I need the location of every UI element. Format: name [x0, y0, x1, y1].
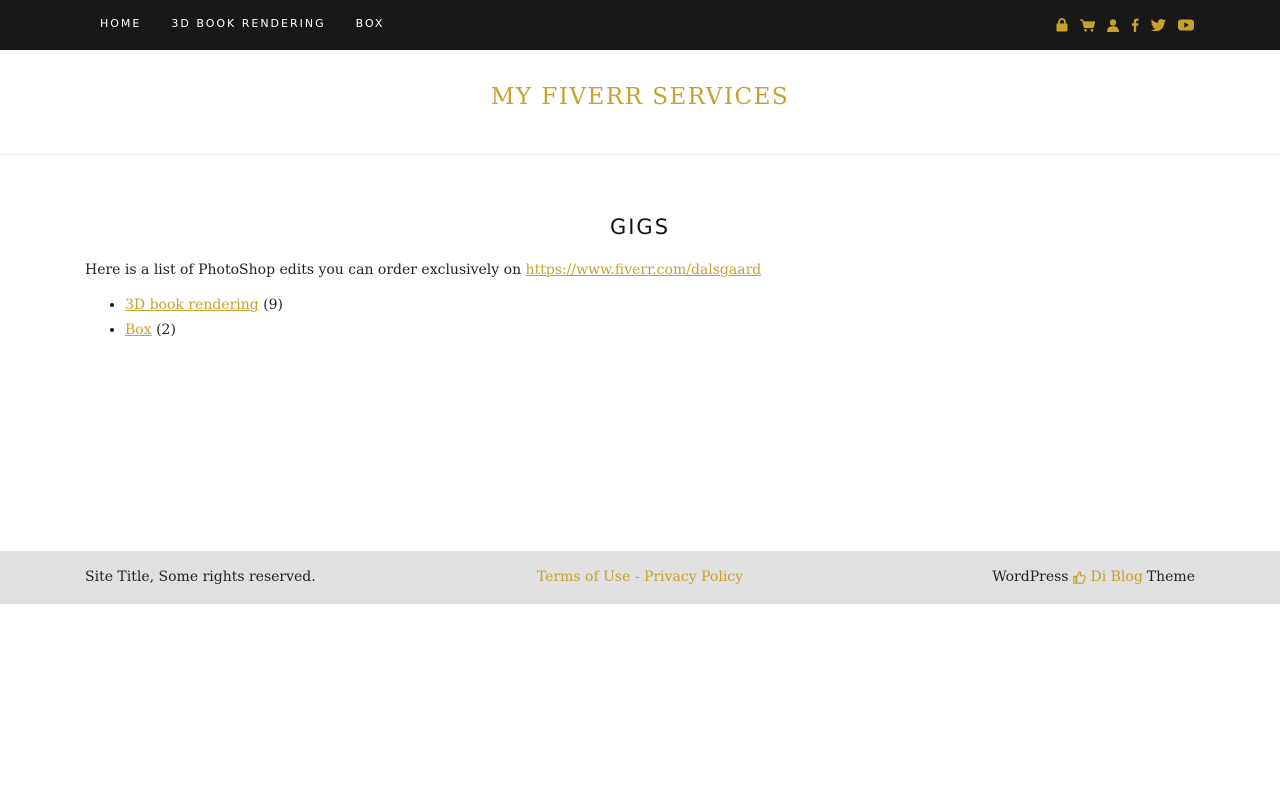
main-menu: HOME 3D BOOK RENDERING BOX [100, 0, 414, 50]
gig-count: (2) [156, 322, 176, 338]
credit-suffix: Theme [1146, 569, 1195, 585]
site-title[interactable]: MY FIVERR SERVICES [0, 82, 1280, 112]
credit-prefix: WordPress [992, 569, 1069, 585]
social-icons [1044, 0, 1194, 50]
youtube-icon[interactable] [1178, 0, 1194, 50]
list-item: 3D book rendering (9) [125, 293, 283, 318]
twitter-icon[interactable] [1151, 0, 1166, 50]
nav-item-3d-book-rendering[interactable]: 3D BOOK RENDERING [171, 0, 325, 49]
footer-credit: WordPress Di Blog Theme [992, 551, 1195, 604]
terms-privacy-link[interactable]: Terms of Use - Privacy Policy [537, 569, 743, 585]
lock-icon[interactable] [1056, 0, 1068, 50]
cart-icon[interactable] [1080, 0, 1095, 50]
page-title: GIGS [609, 215, 671, 239]
gig-link-box[interactable]: Box [125, 322, 152, 338]
gig-link-3d-book-rendering[interactable]: 3D book rendering [125, 297, 259, 313]
intro-paragraph: Here is a list of PhotoShop edits you ca… [85, 259, 761, 281]
site-header: MY FIVERR SERVICES [0, 50, 1280, 155]
intro-text: Here is a list of PhotoShop edits you ca… [85, 262, 526, 278]
thumbs-up-icon [1073, 571, 1087, 584]
user-icon[interactable] [1107, 0, 1119, 50]
gig-category-list: 3D book rendering (9) Box (2) [85, 293, 283, 343]
nav-item-home[interactable]: HOME [100, 0, 141, 49]
list-item: Box (2) [125, 318, 283, 343]
site-footer: Site Title, Some rights reserved. Terms … [0, 551, 1280, 604]
facebook-icon[interactable] [1131, 0, 1139, 50]
theme-link[interactable]: Di Blog [1090, 551, 1142, 604]
nav-item-box[interactable]: BOX [356, 0, 385, 49]
gig-count: (9) [263, 297, 284, 313]
top-navigation-bar: HOME 3D BOOK RENDERING BOX [0, 0, 1280, 50]
fiverr-profile-link[interactable]: https://www.fiverr.com/dalsgaard [526, 262, 762, 278]
